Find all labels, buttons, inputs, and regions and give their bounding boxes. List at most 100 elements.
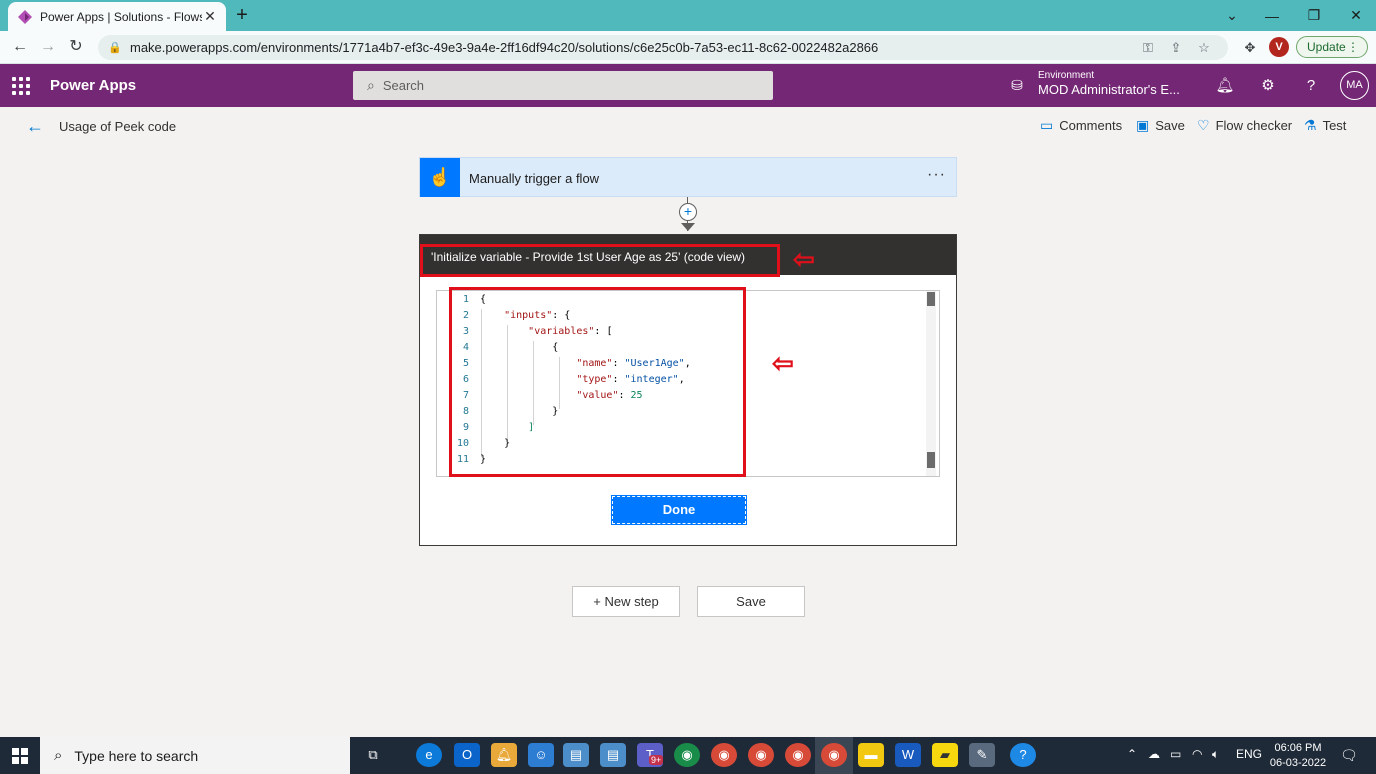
- flow-checker-label: Flow checker: [1215, 118, 1293, 133]
- key-icon[interactable]: ⚿: [1134, 40, 1162, 56]
- update-label: Update: [1307, 40, 1346, 54]
- address-bar-row: ← → ↻ 🔒 make.powerapps.com/environments/…: [0, 31, 1376, 64]
- outlook-icon[interactable]: O: [454, 743, 480, 767]
- insert-step-icon[interactable]: +: [679, 203, 697, 221]
- editor-scrollbar[interactable]: [926, 291, 936, 476]
- chrome-profile-icon[interactable]: ◉: [711, 743, 737, 767]
- scroll-app-icon[interactable]: ▤: [563, 743, 589, 767]
- environment-icon: ⛁: [1011, 77, 1023, 93]
- test-button[interactable]: ⚗ Test: [1304, 117, 1346, 134]
- settings-gear-icon[interactable]: ⚙: [1257, 75, 1279, 97]
- forward-icon[interactable]: →: [36, 36, 60, 58]
- back-icon[interactable]: ←: [8, 36, 32, 58]
- browser-profile-avatar[interactable]: V: [1269, 37, 1289, 57]
- action-center-icon[interactable]: 🗨: [1340, 747, 1358, 764]
- trigger-label: Manually trigger a flow: [469, 171, 600, 186]
- command-bar: ← Usage of Peek code ▭ Comments ▣ Save ♡…: [0, 107, 1376, 145]
- tray-overflow-icon[interactable]: ⌃: [1127, 747, 1137, 761]
- powerapps-favicon-icon: [18, 9, 32, 24]
- browser-tab[interactable]: Power Apps | Solutions - Flows ✕: [8, 2, 226, 31]
- app-title[interactable]: Power Apps: [50, 77, 136, 94]
- comment-icon: ▭: [1040, 117, 1054, 133]
- save-command-button[interactable]: ▣ Save: [1136, 117, 1185, 134]
- app-launcher-icon[interactable]: [12, 77, 30, 95]
- battery-icon[interactable]: ▭: [1170, 747, 1181, 761]
- chrome-profile-2-icon[interactable]: ◉: [748, 743, 774, 767]
- flow-checker-button[interactable]: ♡ Flow checker: [1197, 117, 1292, 134]
- environment-label: Environment: [1038, 70, 1095, 81]
- wifi-icon[interactable]: ◠: [1192, 747, 1202, 761]
- powerapps-header: Power Apps ⌕ Search ⛁ Environment MOD Ad…: [0, 64, 1376, 107]
- chrome-active-icon[interactable]: ◉: [821, 743, 847, 767]
- word-icon[interactable]: W: [895, 743, 921, 767]
- url-field[interactable]: 🔒 make.powerapps.com/environments/1771a4…: [98, 35, 1228, 60]
- close-tab-icon[interactable]: ✕: [202, 8, 218, 25]
- taskbar-clock[interactable]: 06:06 PM 06-03-2022: [1268, 741, 1328, 771]
- search-placeholder: Search: [382, 78, 425, 93]
- bookmark-star-icon[interactable]: ☆: [1190, 40, 1218, 56]
- chrome-icon[interactable]: ◉: [674, 743, 700, 767]
- editor-scrollbar-thumb[interactable]: [927, 292, 935, 306]
- minimize-icon[interactable]: —: [1250, 0, 1294, 31]
- annotation-arrow-left-icon: ⇦: [772, 348, 794, 378]
- volume-icon[interactable]: 🔈︎: [1212, 747, 1219, 762]
- search-icon: ⌕: [367, 77, 375, 93]
- back-arrow-icon[interactable]: ←: [26, 116, 44, 137]
- save-button[interactable]: Save: [697, 586, 805, 617]
- language-indicator[interactable]: ENG: [1236, 747, 1262, 761]
- help-icon[interactable]: ?: [1300, 75, 1322, 97]
- lock-icon: 🔒: [108, 42, 122, 54]
- teams-badge: 9+: [649, 755, 664, 765]
- connector-arrow-icon: [681, 223, 695, 231]
- flow-name: Usage of Peek code: [59, 119, 177, 134]
- save-disk-icon: ▣: [1136, 117, 1150, 133]
- chrome-profile-3-icon[interactable]: ◉: [785, 743, 811, 767]
- trigger-card[interactable]: ☝ Manually trigger a flow ···: [419, 157, 957, 197]
- clock-date: 06-03-2022: [1269, 757, 1327, 769]
- taskbar-search-input[interactable]: ⌕ Type here to search: [40, 737, 350, 774]
- editor-scrollbar-thumb-bottom[interactable]: [927, 452, 935, 468]
- comments-button[interactable]: ▭ Comments: [1040, 117, 1122, 134]
- task-view-icon[interactable]: ⧉: [360, 743, 386, 767]
- annotation-box-title: [420, 244, 780, 277]
- stethoscope-icon: ♡: [1197, 117, 1210, 133]
- done-button[interactable]: Done: [611, 495, 747, 525]
- annotation-arrow-left-icon: ⇦: [793, 244, 815, 274]
- file-explorer-icon[interactable]: ▬: [858, 743, 884, 767]
- sticky-notes-icon[interactable]: ▰: [932, 743, 958, 767]
- new-step-button[interactable]: + New step: [572, 586, 680, 617]
- search-icon: ⌕: [54, 747, 63, 764]
- clock-time: 06:06 PM: [1274, 742, 1322, 754]
- restore-icon[interactable]: ❐: [1292, 0, 1336, 31]
- test-label: Test: [1322, 118, 1347, 133]
- browser-tab-strip: Power Apps | Solutions - Flows ✕ + ⌄ — ❐…: [0, 0, 1376, 31]
- help-app-icon[interactable]: ?: [1010, 743, 1036, 767]
- user-avatar[interactable]: MA: [1340, 71, 1369, 100]
- reload-icon[interactable]: ↻: [64, 36, 88, 58]
- windows-taskbar: ⌕ Type here to search ⧉ e O 🔔︎ ☺ ▤ ▤ T 9…: [0, 737, 1376, 774]
- tab-search-chevron-icon[interactable]: ⌄: [1210, 0, 1254, 31]
- notification-bell-app-icon[interactable]: 🔔︎: [491, 743, 517, 767]
- browser-menu-icon[interactable]: ⋮: [1347, 40, 1359, 54]
- people-app-icon[interactable]: ☺: [528, 743, 554, 767]
- search-input[interactable]: ⌕ Search: [353, 71, 773, 100]
- close-window-icon[interactable]: ✕: [1334, 0, 1376, 31]
- scroll-app-2-icon[interactable]: ▤: [600, 743, 626, 767]
- extensions-puzzle-icon[interactable]: ✥: [1240, 38, 1260, 58]
- flask-icon: ⚗: [1304, 117, 1317, 133]
- url-text: make.powerapps.com/environments/1771a4b7…: [130, 40, 879, 55]
- new-tab-icon[interactable]: +: [232, 4, 252, 26]
- notifications-bell-icon[interactable]: 🔔︎: [1214, 75, 1236, 97]
- annotation-box-code: [449, 287, 746, 477]
- update-button[interactable]: Update ⋮: [1296, 36, 1368, 58]
- share-icon[interactable]: ⇪: [1162, 40, 1190, 56]
- paint-app-icon[interactable]: ✎: [969, 743, 995, 767]
- more-options-icon[interactable]: ···: [927, 166, 946, 184]
- comments-label: Comments: [1059, 118, 1123, 133]
- edge-browser-icon[interactable]: e: [416, 743, 442, 767]
- save-command-label: Save: [1155, 118, 1185, 133]
- windows-start-icon[interactable]: [12, 748, 28, 764]
- onedrive-icon[interactable]: ☁: [1148, 747, 1160, 761]
- touch-hand-icon: ☝: [420, 158, 460, 197]
- environment-picker[interactable]: MOD Administrator's E...: [1038, 82, 1180, 97]
